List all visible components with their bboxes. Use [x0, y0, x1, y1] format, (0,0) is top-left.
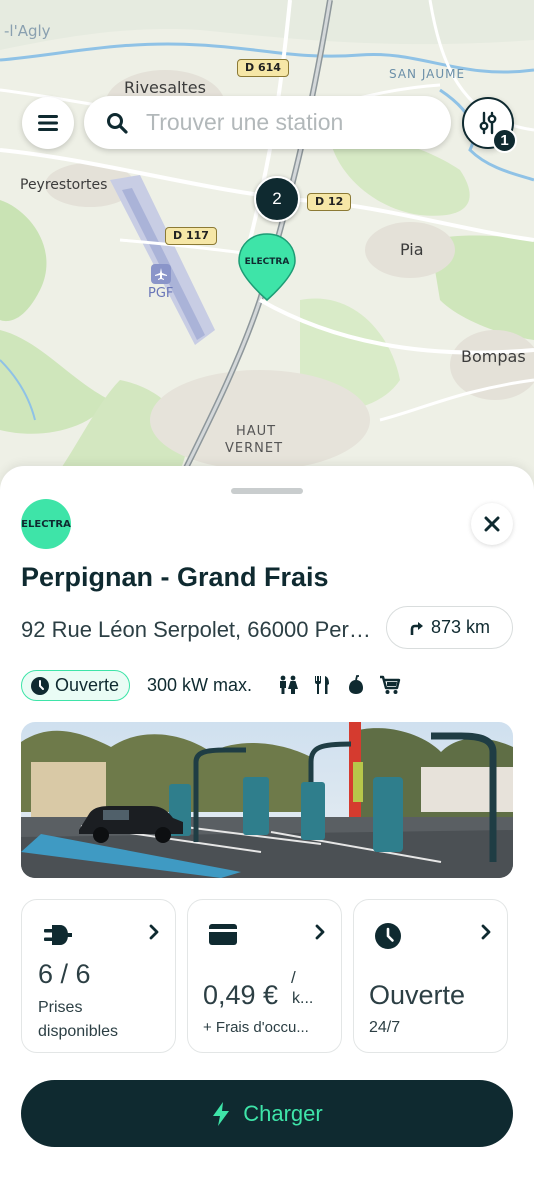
hours-label: 24/7: [369, 1019, 401, 1036]
shopping-cart-icon: [378, 673, 402, 697]
place-label-haut: HAUT: [236, 424, 277, 439]
amenities-list: [276, 673, 402, 697]
brand-logo: ELECTRA: [21, 499, 71, 549]
search-input[interactable]: [146, 109, 416, 136]
distance-label: 873 km: [430, 617, 491, 637]
opening-status-label: Ouverte: [55, 675, 120, 695]
place-label-pia: Pia: [400, 240, 424, 259]
charge-button-label: Charger: [243, 1100, 323, 1126]
menu-button[interactable]: [22, 97, 74, 149]
search-icon: [107, 112, 128, 134]
hours-value: Ouverte: [369, 980, 466, 1010]
opening-status-badge: Ouverte: [21, 670, 131, 701]
road-badge-d117: D 117: [165, 227, 217, 245]
price-unit: k...: [292, 990, 314, 1007]
chevron-right-icon: [149, 924, 159, 940]
hours-card[interactable]: Ouverte 24/7: [353, 899, 508, 1053]
place-label-bompas: Bompas: [461, 347, 526, 366]
station-detail-sheet: ELECTRA Perpignan - Grand Frais 92 Rue L…: [0, 466, 534, 1200]
charge-button[interactable]: Charger: [21, 1080, 513, 1147]
price-fees-label: + Frais d'occu...: [203, 1019, 309, 1036]
restaurant-icon: [310, 673, 334, 697]
place-label-rivesaltes: Rivesaltes: [124, 78, 206, 97]
plugs-available-value: 6 / 6: [38, 959, 91, 989]
restroom-icon: [276, 673, 300, 697]
plugs-label-line1: Prises: [38, 999, 83, 1016]
map-view[interactable]: -l'Agly Rivesaltes SAN JAUME Peyrestorte…: [0, 0, 534, 500]
station-map-pin[interactable]: [237, 232, 297, 302]
grocery-icon: [344, 673, 368, 697]
chevron-right-icon: [315, 924, 325, 940]
station-pin-label: ELECTRA: [244, 257, 290, 267]
plugs-label-line2: disponibles: [38, 1023, 119, 1040]
station-title: Perpignan - Grand Frais: [21, 562, 329, 592]
station-address: 92 Rue Léon Serpolet, 66000 Perpignan: [21, 617, 376, 642]
airport-icon: [151, 264, 171, 284]
airport-label: PGF: [148, 286, 174, 301]
clock-icon: [31, 676, 49, 695]
directions-button[interactable]: 873 km: [386, 606, 513, 649]
station-photo[interactable]: [21, 722, 513, 878]
directions-arrow-icon: [410, 621, 423, 635]
place-label-vernet: VERNET: [225, 441, 284, 456]
hamburger-icon: [38, 115, 58, 131]
close-button[interactable]: [471, 503, 513, 545]
plugs-card[interactable]: 6 / 6 Prises disponibles: [21, 899, 176, 1053]
search-bar[interactable]: [84, 96, 451, 149]
close-icon: [484, 516, 500, 532]
price-value: 0,49 €: [203, 980, 279, 1010]
station-cluster-marker[interactable]: 2: [254, 176, 300, 222]
lightning-icon: [213, 1101, 230, 1126]
road-badge-d12: D 12: [307, 193, 352, 211]
max-power-label: 300 kW max.: [147, 675, 253, 695]
credit-card-icon: [209, 924, 237, 945]
place-label-peyrestortes: Peyrestortes: [20, 177, 108, 193]
place-label-agly: -l'Agly: [4, 22, 51, 40]
price-card[interactable]: 0,49 € / k... + Frais d'occu...: [187, 899, 342, 1053]
place-label-san-jaume: SAN JAUME: [389, 67, 466, 81]
plug-icon: [44, 925, 72, 945]
chevron-right-icon: [481, 924, 491, 940]
road-badge-d614: D 614: [237, 59, 289, 77]
drag-handle[interactable]: [231, 488, 303, 494]
clock-icon: [375, 923, 401, 949]
filter-count-badge: 1: [492, 128, 517, 153]
